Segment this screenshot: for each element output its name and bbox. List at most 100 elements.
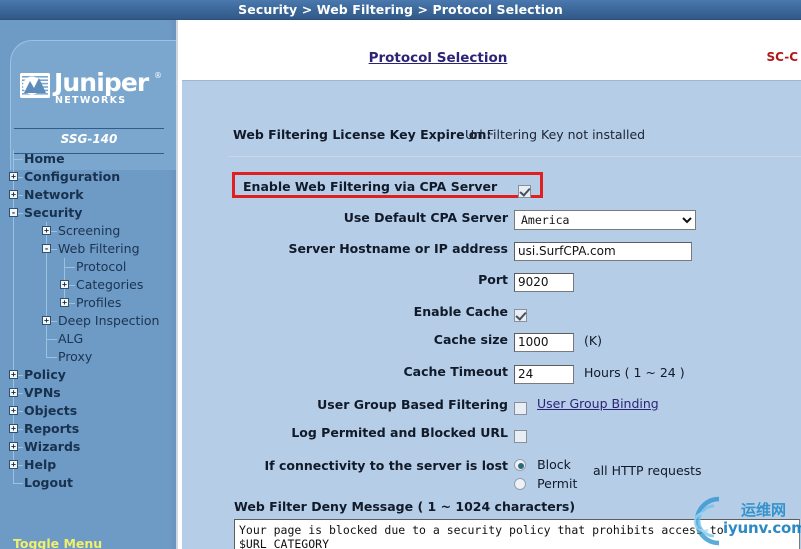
- expand-icon[interactable]: +: [42, 316, 51, 325]
- tree-connector: [46, 339, 57, 340]
- enable-cache-checkbox[interactable]: [514, 305, 527, 324]
- checkbox-glyph: [514, 402, 527, 415]
- expand-icon[interactable]: +: [9, 424, 18, 433]
- log-url-row: Log Permited and Blocked URL: [182, 424, 801, 446]
- user-group-binding-link[interactable]: User Group Binding: [537, 396, 659, 411]
- cache-size-input[interactable]: [514, 332, 574, 352]
- collapse-icon[interactable]: -: [42, 244, 51, 253]
- expand-icon[interactable]: +: [9, 406, 18, 415]
- sidebar-item-label: Wizards: [24, 439, 81, 454]
- default-cpa-server-select[interactable]: America: [514, 210, 696, 230]
- breadcrumb-bar: Security > Web Filtering > Protocol Sele…: [0, 0, 801, 20]
- license-label: Web Filtering License Key Expire on:: [233, 127, 492, 142]
- sidebar-item-objects[interactable]: + Objects: [0, 402, 176, 420]
- sidebar-item-label: Help: [24, 457, 57, 472]
- enable-cache-row: Enable Cache: [182, 303, 801, 325]
- user-group-filtering-checkbox[interactable]: [514, 398, 527, 417]
- app-window: Security > Web Filtering > Protocol Sele…: [0, 0, 801, 549]
- expand-icon[interactable]: +: [60, 298, 69, 307]
- sidebar-item-label: VPNs: [24, 385, 61, 400]
- port-input[interactable]: [514, 272, 574, 292]
- collapse-icon[interactable]: -: [9, 208, 18, 217]
- sidebar-item-label: Profiles: [76, 295, 122, 310]
- tree-connector: [13, 159, 23, 160]
- sidebar-item-proxy[interactable]: Proxy: [0, 348, 176, 366]
- networks-wordmark: NETWORKS: [55, 95, 127, 106]
- cache-timeout-input[interactable]: [514, 364, 574, 384]
- expand-icon[interactable]: +: [9, 172, 18, 181]
- sidebar-item-label: Reports: [24, 421, 80, 436]
- sidebar-item-vpns[interactable]: + VPNs: [0, 384, 176, 402]
- toggle-menu-link[interactable]: Toggle Menu: [13, 536, 102, 549]
- radio-block-option[interactable]: Block: [514, 454, 571, 473]
- sidebar-item-screening[interactable]: + Screening: [0, 222, 176, 240]
- expand-icon[interactable]: +: [9, 460, 18, 469]
- sidebar-item-security[interactable]: - Security: [0, 204, 176, 222]
- checkbox-glyph: [514, 430, 527, 443]
- sidebar-item-label: Deep Inspection: [58, 313, 160, 328]
- panel-divider: [228, 156, 801, 157]
- cache-size-unit: (K): [584, 333, 602, 348]
- sidebar-item-label: Screening: [58, 223, 121, 238]
- expand-icon[interactable]: +: [9, 442, 18, 451]
- deny-message-title: Web Filter Deny Message ( 1 ~ 1024 chara…: [234, 499, 576, 514]
- radio-glyph: [514, 477, 526, 490]
- expand-icon[interactable]: +: [60, 280, 69, 289]
- deny-message-textarea[interactable]: [234, 519, 800, 549]
- sidebar-item-label: Protocol: [76, 259, 127, 274]
- sidebar-item-network[interactable]: + Network: [0, 186, 176, 204]
- juniper-wordmark: Juniper: [54, 68, 149, 97]
- sidebar-item-label: Categories: [76, 277, 144, 292]
- sidebar-item-label: ALG: [58, 331, 84, 346]
- expand-icon[interactable]: +: [42, 226, 51, 235]
- enable-cpa-checkbox[interactable]: [518, 181, 531, 200]
- sidebar-item-web-filtering[interactable]: - Web Filtering: [0, 240, 176, 258]
- cache-timeout-label: Cache Timeout: [403, 364, 508, 379]
- sidebar-item-protocol[interactable]: Protocol: [0, 258, 176, 276]
- tree-connector: [46, 357, 57, 358]
- sidebar-item-logout[interactable]: Logout: [0, 474, 176, 492]
- content-area: Protocol Selection SC-C Web Filtering Li…: [176, 20, 801, 549]
- sidebar-item-policy[interactable]: + Policy: [0, 366, 176, 384]
- tree-connector: [64, 267, 75, 268]
- sidebar-item-label: Web Filtering: [58, 241, 140, 256]
- juniper-logo-icon: [20, 73, 50, 98]
- sidebar-item-deep-inspection[interactable]: + Deep Inspection: [0, 312, 176, 330]
- cache-size-row: Cache size (K): [182, 331, 801, 353]
- sidebar-item-reports[interactable]: + Reports: [0, 420, 176, 438]
- sidebar-item-alg[interactable]: ALG: [0, 330, 176, 348]
- sidebar-item-label: Logout: [24, 475, 73, 490]
- checkbox-glyph: [514, 309, 527, 322]
- radio-permit-option[interactable]: Permit: [514, 473, 577, 492]
- hostname-label: Server Hostname or IP address: [288, 241, 508, 256]
- expand-icon[interactable]: +: [9, 190, 18, 199]
- sidebar-item-wizards[interactable]: + Wizards: [0, 438, 176, 456]
- log-url-checkbox[interactable]: [514, 426, 527, 445]
- sidebar-item-label: Security: [24, 205, 83, 220]
- sidebar-item-configuration[interactable]: + Configuration: [0, 168, 176, 186]
- page-title: Protocol Selection: [368, 50, 508, 66]
- radio-glyph: [514, 458, 526, 471]
- breadcrumb: Security > Web Filtering > Protocol Sele…: [238, 2, 563, 17]
- expand-icon[interactable]: +: [9, 388, 18, 397]
- sidebar-item-categories[interactable]: + Categories: [0, 276, 176, 294]
- tree-connector: [13, 483, 23, 484]
- navigation-tree: Home + Configuration + Network - Security + Scre…: [0, 150, 176, 492]
- sidebar-item-profiles[interactable]: + Profiles: [0, 294, 176, 312]
- hostname-row: Server Hostname or IP address: [182, 240, 801, 262]
- enable-cpa-label: Enable Web Filtering via CPA Server: [243, 179, 498, 194]
- user-group-filtering-row: User Group Based Filtering User Group Bi…: [182, 396, 801, 418]
- sidebar-item-label: Home: [24, 151, 65, 166]
- cache-timeout-unit: Hours ( 1 ~ 24 ): [584, 365, 685, 380]
- checkbox-glyph: [518, 185, 531, 198]
- sidebar-item-label: Configuration: [24, 169, 121, 184]
- default-cpa-server-row: Use Default CPA Server America: [182, 209, 801, 231]
- sidebar-item-help[interactable]: + Help: [0, 456, 176, 474]
- hostname-input[interactable]: [514, 241, 692, 261]
- settings-panel: Web Filtering License Key Expire on: Url…: [182, 80, 801, 549]
- expand-icon[interactable]: +: [9, 370, 18, 379]
- sidebar-item-home[interactable]: Home: [0, 150, 176, 168]
- radio-permit-label: Permit: [537, 476, 578, 491]
- sidebar: Juniper ® NETWORKS SSG-140 Home + Configur…: [0, 20, 176, 549]
- connectivity-lost-row: If connectivity to the server is lost Bl…: [182, 451, 801, 491]
